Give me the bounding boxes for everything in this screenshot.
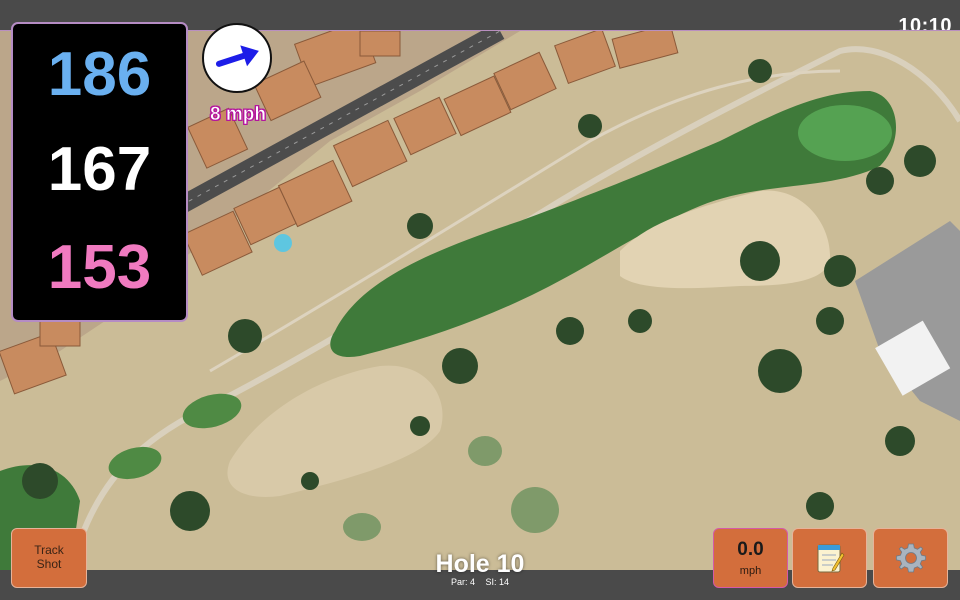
- tee-box-5: [343, 513, 381, 541]
- wind-value: 0.0: [737, 539, 764, 560]
- track-shot-label-line1: Track: [34, 543, 64, 558]
- settings-button[interactable]: [873, 528, 948, 588]
- par-label: Par: 4: [450, 577, 475, 587]
- notepad-icon: [817, 544, 844, 573]
- pool: [274, 234, 292, 252]
- wind-unit: mph: [739, 565, 762, 577]
- hole-info: Par: 4 SI: 14: [380, 577, 580, 587]
- track-shot-label-line2: Shot: [36, 557, 62, 571]
- distance-panel: 186 167 153: [11, 22, 188, 322]
- wind-speed-button[interactable]: 0.0 mph: [713, 528, 788, 588]
- tee-box-3: [468, 436, 502, 466]
- distance-back: 186: [47, 40, 152, 109]
- wind-arrow-icon: [215, 45, 259, 67]
- distance-middle: 167: [47, 135, 152, 204]
- notes-button[interactable]: [792, 528, 867, 588]
- wind-speed-label: 8 mph: [210, 104, 267, 126]
- gear-icon: [895, 543, 926, 573]
- green: [798, 105, 892, 161]
- stroke-index-label: SI: 14: [485, 577, 510, 587]
- hole-title: Hole 10: [435, 550, 525, 578]
- wind-direction-dial: [202, 23, 272, 93]
- distance-front: 153: [47, 233, 152, 302]
- tee-box-4: [511, 487, 559, 533]
- track-shot-button[interactable]: Track Shot: [11, 528, 87, 588]
